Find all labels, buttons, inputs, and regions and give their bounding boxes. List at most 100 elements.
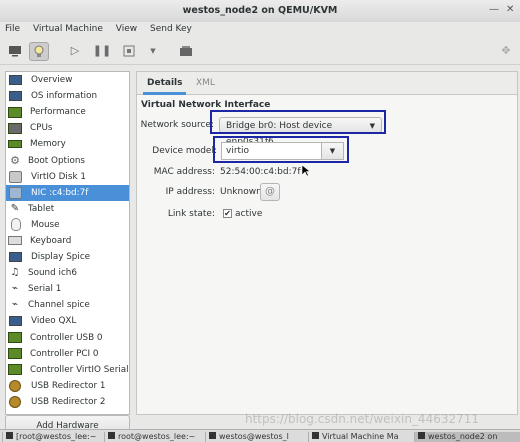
sidebar-item-mouse[interactable]: Mouse: [6, 217, 129, 233]
monitor-icon: [9, 91, 22, 102]
network-source-label: Network source:: [140, 120, 214, 130]
link-state-checkbox[interactable]: ✔: [223, 209, 232, 218]
menu-bar: File Virtual Machine View Send Key: [0, 22, 520, 38]
nic-icon: [9, 186, 22, 199]
sidebar-item-controller-usb[interactable]: Controller USB 0: [6, 330, 129, 346]
chart-icon: [8, 106, 22, 118]
link-state-label: Link state:: [167, 209, 215, 219]
taskbar: [root@westos_lee:~ root@westos_lee:~ wes…: [0, 429, 520, 442]
gear-icon: ⚙: [10, 153, 20, 167]
hardware-list: Overview OS information Performance CPUs…: [5, 71, 130, 415]
sidebar-item-label: Controller PCI 0: [30, 348, 99, 359]
keyboard-icon: [8, 236, 22, 246]
menu-virtual-machine[interactable]: Virtual Machine: [28, 22, 108, 34]
sidebar-item-overview[interactable]: Overview: [6, 72, 129, 88]
shutdown-icon[interactable]: [120, 42, 138, 59]
controller-icon: [8, 348, 22, 360]
tab-xml[interactable]: XML: [196, 78, 215, 88]
sidebar-item-label: Mouse: [31, 219, 60, 230]
monitor-icon: [9, 75, 22, 86]
sidebar-item-label: Video QXL: [31, 316, 77, 327]
sidebar-item-boot-options[interactable]: ⚙ Boot Options: [6, 152, 129, 168]
sidebar-item-label: Boot Options: [28, 155, 85, 166]
close-icon[interactable]: ✕: [506, 4, 514, 15]
mouse-icon: [11, 218, 21, 232]
menu-file[interactable]: File: [0, 22, 25, 34]
sidebar-item-serial-1[interactable]: ⌁ Serial 1: [6, 281, 129, 297]
display-icon: [9, 252, 22, 263]
usb-icon: [9, 379, 21, 392]
sidebar-item-label: Performance: [30, 107, 86, 118]
sidebar-item-sound[interactable]: ♫ Sound ich6: [6, 265, 129, 281]
sidebar-item-tablet[interactable]: ✎ Tablet: [6, 201, 129, 217]
section-title: Virtual Network Interface: [141, 100, 271, 110]
details-pane: Details XML Virtual Network Interface Ne…: [136, 71, 518, 415]
sidebar-item-virtio-disk-1[interactable]: VirtIO Disk 1: [6, 169, 129, 185]
sidebar-item-controller-virtio-serial[interactable]: Controller VirtIO Serial 0: [6, 362, 129, 378]
ip-address-value: Unknown: [220, 187, 262, 197]
console-icon[interactable]: [6, 42, 24, 59]
sidebar-item-cpus[interactable]: CPUs: [6, 120, 129, 136]
memory-icon: [8, 140, 22, 149]
run-icon[interactable]: ▷: [66, 42, 84, 59]
sidebar-item-label: NIC :c4:bd:7f: [31, 187, 89, 198]
mouse-pointer-icon: [301, 164, 311, 180]
menu-send-key[interactable]: Send Key: [145, 22, 197, 34]
sidebar-item-video-qxl[interactable]: Video QXL: [6, 313, 129, 329]
serial-icon: ⌁: [11, 283, 19, 295]
details-lightbulb-icon[interactable]: [29, 42, 49, 61]
video-icon: [9, 316, 22, 327]
sidebar-item-keyboard[interactable]: Keyboard: [6, 233, 129, 249]
device-model-label: Device model:: [152, 146, 217, 156]
fullscreen-icon[interactable]: ✥: [497, 42, 515, 59]
sidebar-item-label: USB Redirector 1: [31, 380, 106, 391]
controller-icon: [8, 364, 22, 376]
tab-details[interactable]: Details: [142, 78, 188, 95]
sidebar-item-usb-redirector-1[interactable]: USB Redirector 1: [6, 378, 129, 394]
sidebar-item-label: Controller VirtIO Serial 0: [30, 364, 130, 375]
mac-address-value: 52:54:00:c4:bd:7f: [220, 167, 301, 177]
sidebar-item-label: Serial 1: [28, 284, 62, 295]
sidebar-item-usb-redirector-2[interactable]: USB Redirector 2: [6, 394, 129, 410]
sidebar-item-memory[interactable]: Memory: [6, 136, 129, 152]
sidebar-item-nic[interactable]: NIC :c4:bd:7f: [6, 184, 129, 201]
sound-icon: ♫: [10, 267, 20, 279]
highlight-box-device-model: [213, 136, 349, 163]
sidebar-item-label: Overview: [31, 75, 73, 86]
channel-icon: ⌁: [11, 299, 19, 311]
usb-icon: [9, 395, 21, 408]
watermark: https://blog.csdn.net/weixin_44632711: [245, 412, 480, 426]
cpu-icon: [8, 122, 22, 134]
sidebar-item-label: USB Redirector 2: [31, 396, 106, 407]
sidebar-item-label: Controller USB 0: [30, 332, 103, 343]
snapshots-icon[interactable]: [177, 42, 195, 59]
sidebar-item-label: CPUs: [30, 123, 53, 134]
tablet-icon: ✎: [10, 202, 20, 214]
sidebar-item-performance[interactable]: Performance: [6, 104, 129, 120]
sidebar-item-controller-pci[interactable]: Controller PCI 0: [6, 346, 129, 362]
menu-view[interactable]: View: [111, 22, 142, 34]
controller-icon: [8, 332, 22, 344]
pause-icon[interactable]: ❚❚: [93, 42, 111, 59]
at-icon: @: [265, 186, 275, 197]
sidebar-item-label: OS information: [31, 91, 98, 102]
sidebar-item-label: Keyboard: [30, 235, 72, 246]
highlight-box-network-source: [210, 110, 386, 134]
sidebar-item-label: Channel spice: [28, 300, 90, 311]
shutdown-menu-chevron-down-icon[interactable]: ▼: [144, 42, 162, 59]
sidebar-item-display-spice[interactable]: Display Spice: [6, 249, 129, 265]
sidebar-item-label: VirtIO Disk 1: [31, 171, 86, 182]
sidebar-item-label: Display Spice: [31, 252, 91, 263]
window-titlebar: westos_node2 on QEMU/KVM — ✕: [0, 0, 520, 23]
sidebar-item-channel-spice[interactable]: ⌁ Channel spice: [6, 297, 129, 313]
minimize-icon[interactable]: —: [489, 4, 499, 15]
toolbar: ▷ ❚❚ ▼ ✥: [0, 38, 520, 65]
mac-address-label: MAC address:: [153, 167, 215, 177]
ip-address-label: IP address:: [165, 187, 215, 197]
link-state-value: active: [235, 209, 263, 219]
refresh-ip-button[interactable]: @: [260, 183, 280, 201]
tab-bar: Details XML: [137, 72, 517, 95]
sidebar-item-label: Memory: [30, 139, 66, 150]
sidebar-item-label: Tablet: [28, 203, 55, 214]
sidebar-item-os-information[interactable]: OS information: [6, 88, 129, 104]
